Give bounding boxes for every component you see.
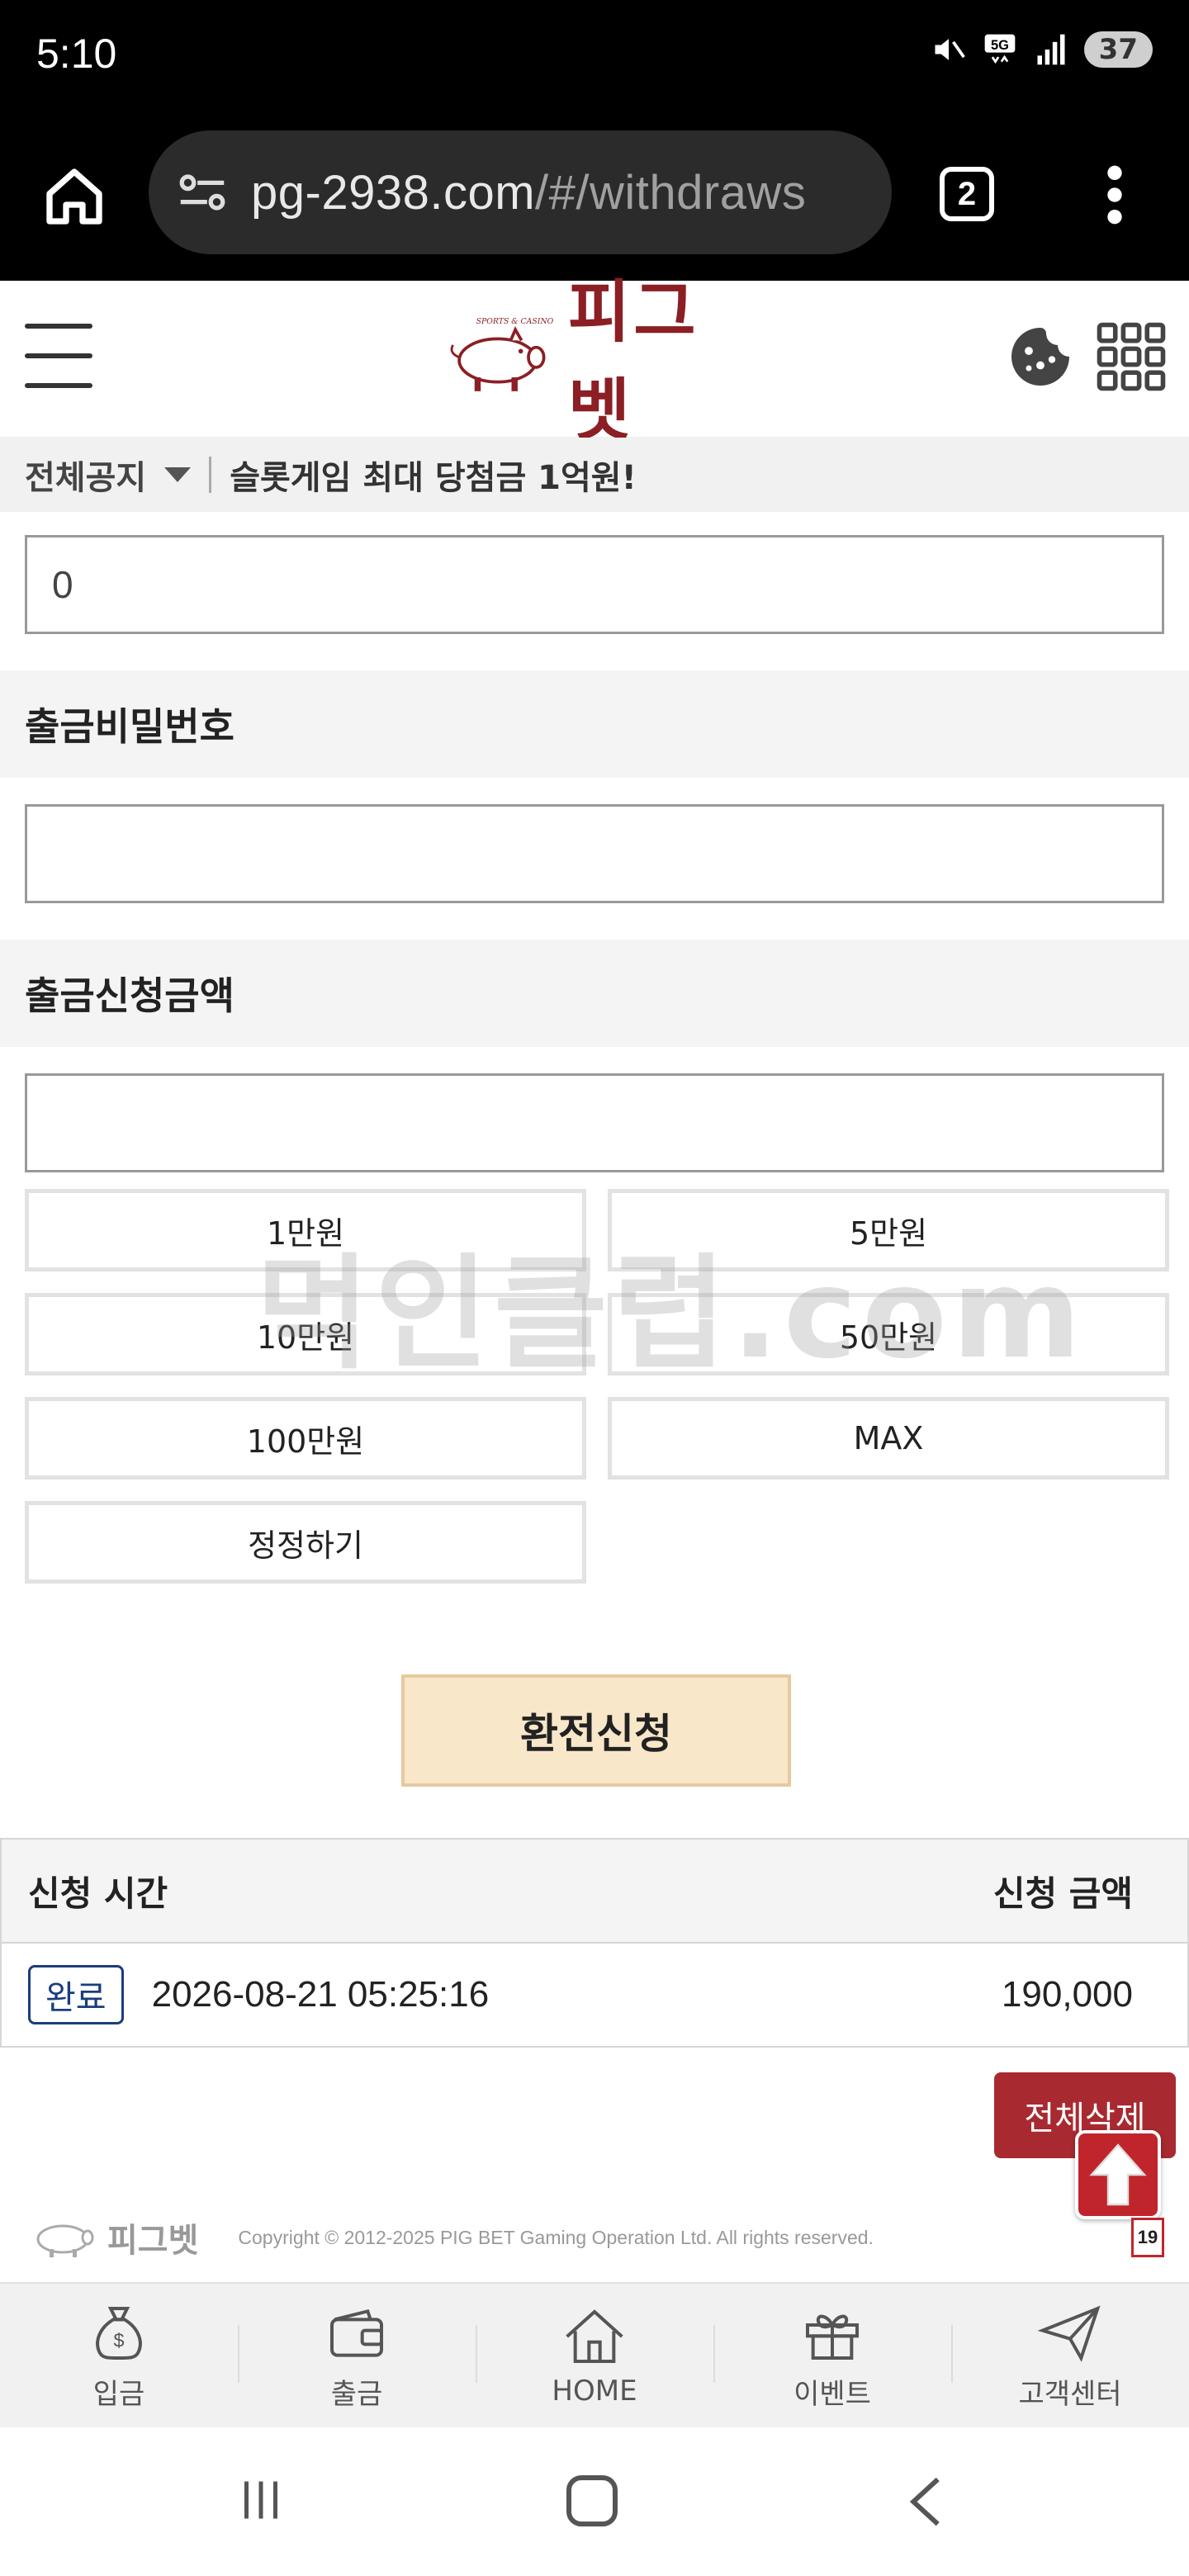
svg-text:$: $	[114, 2329, 125, 2351]
nav-label: 입금	[92, 2377, 145, 2411]
withdraw-amount-input[interactable]	[25, 1073, 1164, 1172]
gift-icon	[806, 2314, 859, 2360]
back-icon[interactable]	[905, 2475, 946, 2528]
logo-text: 피그벳	[567, 273, 699, 450]
amount-10k-button[interactable]: 1만원	[25, 1189, 586, 1271]
amount-500k-button[interactable]: 50만원	[608, 1293, 1169, 1376]
table-header: 신청 시간 신청 금액	[2, 1840, 1187, 1944]
footer-logo-text: 피그벳	[107, 2222, 199, 2260]
battery-icon: 37	[1083, 31, 1153, 68]
nav-support[interactable]: 고객센터	[951, 2284, 1189, 2427]
money-bag-icon: $	[96, 2306, 142, 2360]
browser-toolbar: pg-2938.com/#/withdraws 2	[0, 116, 1189, 281]
url-path: /#/withdraws	[535, 165, 807, 220]
hamburger-menu-icon[interactable]	[25, 324, 92, 388]
recent-apps-icon[interactable]	[236, 2475, 286, 2525]
signal-icon	[1037, 34, 1065, 65]
more-menu-icon[interactable]	[1098, 162, 1131, 228]
nav-withdraw[interactable]: 출금	[238, 2284, 476, 2427]
amount-50k-button[interactable]: 5만원	[608, 1189, 1169, 1271]
amount-label: 출금신청금액	[0, 940, 1189, 1047]
row-amount: 190,000	[1001, 1974, 1133, 2015]
system-home-icon[interactable]	[566, 2475, 618, 2526]
svg-text:5G: 5G	[991, 38, 1009, 53]
5g-icon: 5G	[984, 34, 1016, 64]
footer-logo: 피그벳	[25, 2213, 198, 2262]
history-table: 신청 시간 신청 금액 완료 2026-08-21 05:25:16 190,0…	[0, 1838, 1189, 2048]
system-nav-bar	[0, 2427, 1189, 2576]
nav-deposit[interactable]: $ 입금	[0, 2284, 238, 2427]
notice-bar[interactable]: 전체공지 슬롯게임 최대 당첨금 1억원!	[0, 438, 1189, 512]
url-domain: pg-2938.com	[251, 165, 536, 220]
cookie-icon[interactable]	[1006, 322, 1075, 391]
wallet-icon	[330, 2308, 383, 2357]
age-19-badge: 19	[1131, 2218, 1164, 2257]
status-time: 5:10	[36, 31, 117, 77]
col-amount-header: 신청 금액	[992, 1873, 1133, 1914]
browser-home-icon[interactable]	[41, 163, 107, 230]
copyright-text: Copyright © 2012-2025 PIG BET Gaming Ope…	[238, 2226, 874, 2248]
col-time-header: 신청 시간	[28, 1873, 168, 1914]
status-icons: 5G 37	[931, 31, 1153, 68]
bottom-nav: $ 입금 출금 HOME 이벤트 고객센터	[0, 2282, 1189, 2427]
nav-event[interactable]: 이벤트	[713, 2284, 951, 2427]
status-bar: 5:10 5G 37	[0, 0, 1189, 116]
caret-down-icon[interactable]	[164, 467, 192, 482]
paper-plane-icon	[1037, 2305, 1101, 2362]
notice-label[interactable]: 전체공지	[25, 451, 146, 499]
site-header: SPORTS & CASINO 피그벳	[0, 273, 1189, 450]
password-label: 출금비밀번호	[0, 670, 1189, 778]
nav-label: 이벤트	[793, 2377, 871, 2411]
table-row[interactable]: 완료 2026-08-21 05:25:16 190,000	[2, 1944, 1187, 2046]
amount-reset-button[interactable]: 정정하기	[25, 1501, 586, 1584]
address-bar[interactable]: pg-2938.com/#/withdraws	[149, 130, 892, 254]
site-logo[interactable]: SPORTS & CASINO 피그벳	[438, 273, 751, 450]
apps-grid-icon[interactable]	[1097, 322, 1166, 391]
notice-divider	[209, 457, 212, 493]
pig-logo-icon	[36, 2224, 94, 2257]
url-text: pg-2938.com/#/withdraws	[251, 165, 806, 220]
footer: 피그벳 Copyright © 2012-2025 PIG BET Gaming…	[0, 2196, 1189, 2279]
withdraw-password-input[interactable]	[25, 804, 1164, 903]
amount-1m-button[interactable]: 100만원	[25, 1397, 586, 1480]
status-badge: 완료	[28, 1965, 124, 2024]
notice-message: 슬롯게임 최대 당첨금 1억원!	[230, 459, 637, 497]
row-time: 2026-08-21 05:25:16	[151, 1974, 490, 2015]
house-icon	[566, 2309, 623, 2363]
site-settings-icon[interactable]	[173, 163, 231, 221]
nav-label: 고객센터	[1018, 2377, 1122, 2411]
nav-label: 출금	[330, 2377, 383, 2411]
amount-100k-button[interactable]: 10만원	[25, 1293, 586, 1376]
pig-logo-icon: SPORTS & CASINO	[450, 317, 553, 391]
mute-icon	[935, 39, 965, 60]
submit-exchange-button[interactable]: 환전신청	[401, 1674, 791, 1787]
balance-field[interactable]: 0	[25, 535, 1164, 634]
nav-home[interactable]: HOME	[476, 2284, 713, 2427]
tab-switcher-button[interactable]: 2	[940, 167, 994, 221]
nav-label: HOME	[552, 2375, 637, 2408]
amount-max-button[interactable]: MAX	[608, 1397, 1169, 1480]
logo-small-text: SPORTS & CASINO	[476, 317, 553, 326]
